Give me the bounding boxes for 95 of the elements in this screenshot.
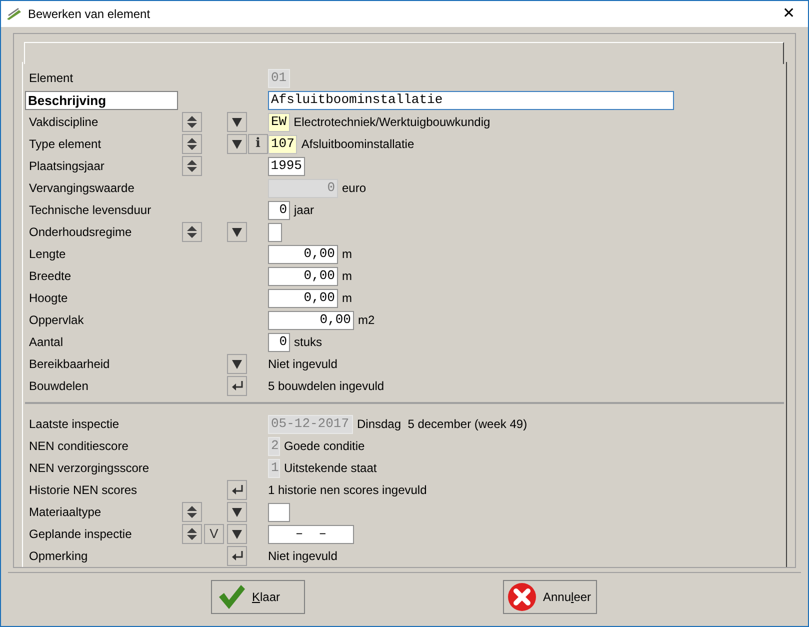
- field-label: Beschrijving: [25, 90, 178, 110]
- up-down-arrows-icon: [185, 527, 199, 541]
- field-label: Hoogte: [28, 290, 69, 307]
- cancel-button[interactable]: Annuleer: [503, 580, 597, 614]
- input-field[interactable]: Afsluitboominstallatie: [268, 90, 674, 110]
- field-label: Plaatsingsjaar: [28, 158, 106, 175]
- value-text: 1 historie nen scores ingevuld: [268, 482, 427, 499]
- close-button[interactable]: ✕: [774, 2, 804, 26]
- dropdown-button[interactable]: [227, 524, 247, 544]
- input-field[interactable]: [268, 222, 282, 242]
- field-label: Vakdiscipline: [28, 114, 100, 131]
- input-field[interactable]: 0: [268, 332, 290, 352]
- close-icon: [507, 582, 537, 612]
- value-text: m: [342, 246, 352, 263]
- v-button[interactable]: V: [204, 524, 224, 544]
- field-label: Laatste inspectie: [28, 416, 120, 433]
- input-field[interactable]: 0,00: [268, 266, 338, 286]
- field-label: Lengte: [28, 246, 67, 263]
- input-field: 1: [268, 458, 280, 478]
- value-text: Afsluitboominstallatie: [301, 136, 414, 153]
- value-text: Goede conditie: [284, 438, 365, 455]
- enter-icon: [230, 551, 244, 561]
- spinner-button[interactable]: [182, 134, 202, 154]
- triangle-down-icon: [231, 506, 243, 518]
- field-label: Technische levensduur: [28, 202, 152, 219]
- spinner-button[interactable]: [182, 112, 202, 132]
- value-text: m2: [358, 312, 375, 329]
- check-icon: [218, 584, 246, 610]
- field-label: NEN conditiescore: [28, 438, 130, 455]
- dropdown-button[interactable]: [227, 134, 247, 154]
- field-label: Onderhoudsregime: [28, 224, 133, 241]
- input-field[interactable]: [268, 502, 290, 522]
- value-text: Niet ingevuld: [268, 548, 338, 565]
- enter-button[interactable]: [227, 376, 247, 396]
- up-down-arrows-icon: [185, 159, 199, 173]
- spinner-button[interactable]: [182, 156, 202, 176]
- field-label: Vervangingswaarde: [28, 180, 136, 197]
- window-title: Bewerken van element: [28, 6, 150, 23]
- input-field: 05-12-2017: [268, 414, 353, 434]
- value-text: Electrotechniek/Werktuigbouwkundig: [294, 114, 490, 131]
- spinner-button[interactable]: [182, 524, 202, 544]
- info-button[interactable]: i: [248, 134, 268, 154]
- app-icon: [6, 7, 22, 21]
- value-text: Dinsdag 5 december (week 49): [357, 416, 528, 433]
- triangle-down-icon: [231, 528, 243, 540]
- input-field: 2: [268, 436, 280, 456]
- up-down-arrows-icon: [185, 225, 199, 239]
- input-field[interactable]: – –: [268, 524, 354, 544]
- field-label: NEN verzorgingsscore: [28, 460, 150, 477]
- up-down-arrows-icon: [185, 137, 199, 151]
- input-field[interactable]: 0: [268, 200, 290, 220]
- spinner-button[interactable]: [182, 222, 202, 242]
- enter-icon: [230, 485, 244, 495]
- value-text: m: [342, 290, 352, 307]
- code-field[interactable]: EW: [268, 112, 290, 132]
- value-text: euro: [342, 180, 366, 197]
- triangle-down-icon: [231, 116, 243, 128]
- value-text: 5 bouwdelen ingevuld: [268, 378, 384, 395]
- triangle-down-icon: [231, 358, 243, 370]
- input-field: 0: [268, 178, 338, 198]
- up-down-arrows-icon: [185, 505, 199, 519]
- field-label: Type element: [28, 136, 102, 153]
- input-field[interactable]: 0,00: [268, 244, 338, 264]
- value-text: stuks: [294, 334, 322, 351]
- field-label: Breedte: [28, 268, 72, 285]
- field-label: Geplande inspectie: [28, 526, 133, 543]
- field-label: Aantal: [28, 334, 64, 351]
- field-label: Oppervlak: [28, 312, 85, 329]
- field-label: Opmerking: [28, 548, 89, 565]
- field-label: Bouwdelen: [28, 378, 90, 395]
- dropdown-button[interactable]: [227, 222, 247, 242]
- ok-button[interactable]: Klaar: [211, 580, 305, 614]
- field-label: Bereikbaarheid: [28, 356, 111, 373]
- triangle-down-icon: [231, 138, 243, 150]
- value-text: m: [342, 268, 352, 285]
- value-text: Niet ingevuld: [268, 356, 338, 373]
- dropdown-button[interactable]: [227, 112, 247, 132]
- dropdown-button[interactable]: [227, 502, 247, 522]
- up-down-arrows-icon: [185, 115, 199, 129]
- input-field[interactable]: 0,00: [268, 288, 338, 308]
- input-field: 01: [268, 68, 290, 88]
- input-field[interactable]: 0,00: [268, 310, 354, 330]
- field-label: Historie NEN scores: [28, 482, 138, 499]
- field-label: Materiaaltype: [28, 504, 102, 521]
- spinner-button[interactable]: [182, 502, 202, 522]
- input-field[interactable]: 1995: [268, 156, 305, 176]
- enter-button[interactable]: [227, 480, 247, 500]
- value-text: jaar: [294, 202, 314, 219]
- dropdown-button[interactable]: [227, 354, 247, 374]
- enter-button[interactable]: [227, 546, 247, 566]
- code-field[interactable]: 107: [268, 134, 298, 154]
- field-label: Element: [28, 70, 74, 87]
- enter-icon: [230, 381, 244, 391]
- value-text: Uitstekende staat: [284, 460, 377, 477]
- triangle-down-icon: [231, 226, 243, 238]
